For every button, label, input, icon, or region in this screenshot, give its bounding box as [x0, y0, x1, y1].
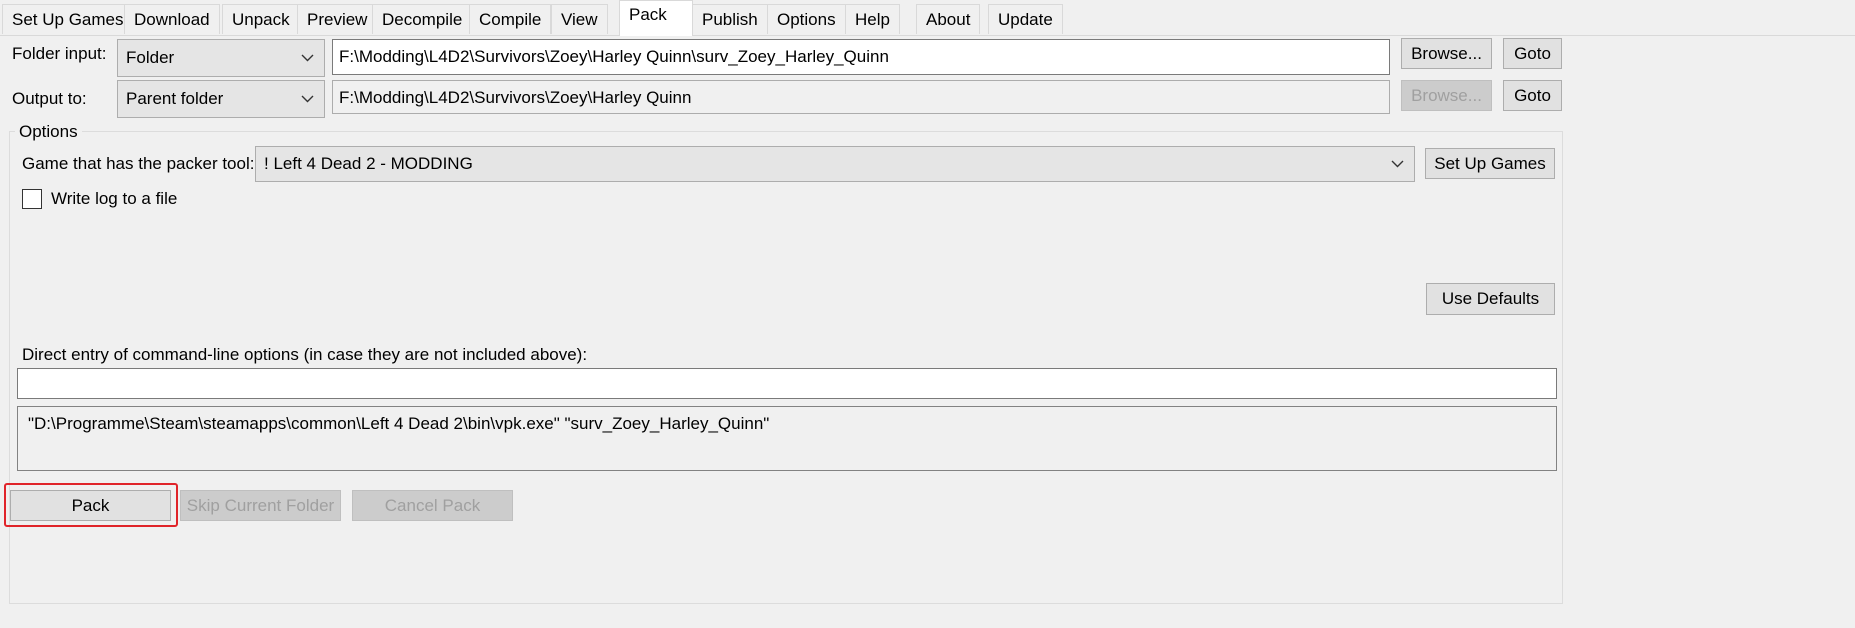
- folder-input-path-field[interactable]: F:\Modding\L4D2\Survivors\Zoey\Harley Qu…: [332, 39, 1390, 75]
- folder-input-mode-value: Folder: [126, 48, 175, 67]
- output-to-mode-select[interactable]: Parent folder: [117, 80, 325, 118]
- folder-input-browse-button[interactable]: Browse...: [1401, 38, 1492, 69]
- output-to-browse-button[interactable]: Browse...: [1401, 80, 1492, 111]
- tab-bar: Set Up Games Download Unpack Preview Dec…: [0, 0, 1855, 36]
- direct-entry-input[interactable]: [17, 368, 1557, 399]
- pack-button[interactable]: Pack: [10, 490, 171, 521]
- cancel-pack-button[interactable]: Cancel Pack: [352, 490, 513, 521]
- tab-decompile[interactable]: Decompile: [372, 4, 473, 34]
- direct-entry-label: Direct entry of command-line options (in…: [22, 345, 588, 364]
- tab-panel-border: [0, 35, 1855, 36]
- tab-view[interactable]: View: [551, 4, 608, 34]
- use-defaults-button[interactable]: Use Defaults: [1426, 283, 1555, 315]
- tab-publish[interactable]: Publish: [692, 4, 768, 34]
- folder-input-mode-select[interactable]: Folder: [117, 39, 325, 77]
- folder-input-goto-button[interactable]: Goto: [1503, 38, 1562, 69]
- tab-update[interactable]: Update: [988, 4, 1063, 34]
- output-to-mode-value: Parent folder: [126, 89, 224, 108]
- write-log-label: Write log to a file: [51, 189, 178, 208]
- options-group-title: Options: [15, 121, 82, 143]
- chevron-down-icon: [300, 81, 314, 117]
- tab-set-up-games[interactable]: Set Up Games: [2, 4, 134, 34]
- tab-download[interactable]: Download: [124, 4, 220, 34]
- skip-current-folder-button[interactable]: Skip Current Folder: [180, 490, 341, 521]
- output-to-path-field[interactable]: F:\Modding\L4D2\Survivors\Zoey\Harley Qu…: [332, 80, 1390, 114]
- output-to-goto-button[interactable]: Goto: [1503, 80, 1562, 111]
- tab-options[interactable]: Options: [767, 4, 846, 34]
- chevron-down-icon: [300, 40, 314, 76]
- set-up-games-button[interactable]: Set Up Games: [1425, 148, 1555, 179]
- tab-help[interactable]: Help: [845, 4, 900, 34]
- command-preview: "D:\Programme\Steam\steamapps\common\Lef…: [17, 406, 1557, 471]
- game-select-value: ! Left 4 Dead 2 - MODDING: [264, 154, 473, 173]
- folder-input-label: Folder input:: [12, 44, 107, 63]
- output-to-label: Output to:: [12, 89, 87, 108]
- tab-about[interactable]: About: [916, 4, 981, 34]
- tab-unpack[interactable]: Unpack: [222, 4, 300, 34]
- tab-pack[interactable]: Pack: [619, 0, 693, 36]
- game-label: Game that has the packer tool:: [22, 154, 255, 173]
- game-select[interactable]: ! Left 4 Dead 2 - MODDING: [255, 146, 1415, 182]
- tab-preview[interactable]: Preview: [297, 4, 378, 34]
- chevron-down-icon: [1390, 147, 1404, 181]
- tab-compile[interactable]: Compile: [469, 4, 552, 34]
- write-log-checkbox[interactable]: [22, 189, 42, 209]
